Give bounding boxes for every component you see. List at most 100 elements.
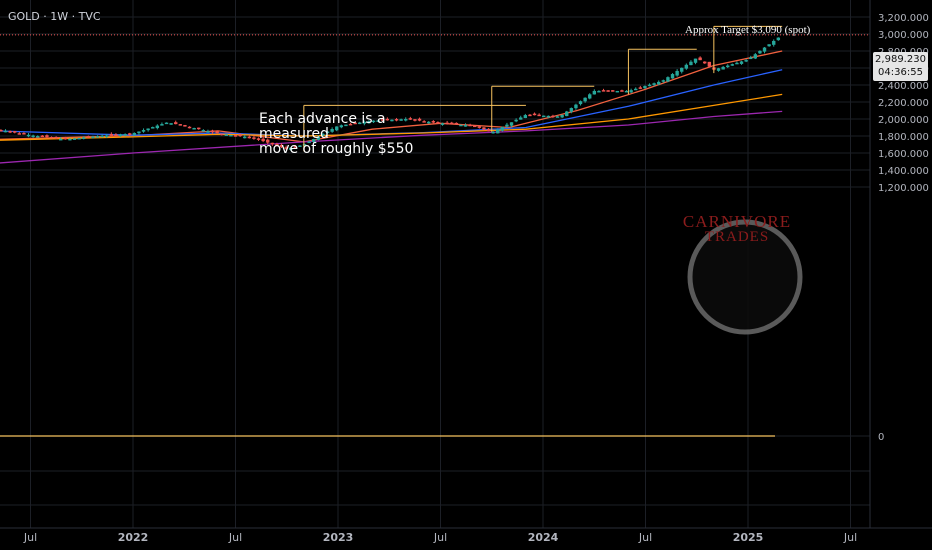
candle-body (634, 88, 638, 91)
candle-body (17, 133, 22, 135)
candle-body (86, 136, 91, 138)
candle-body (77, 137, 81, 140)
last-price: 2,989.230 (875, 54, 926, 65)
candle-body (776, 37, 781, 41)
candle-body (238, 134, 242, 137)
candle-body (54, 136, 58, 139)
candle-body (661, 80, 666, 82)
candle-body (151, 127, 155, 129)
candle-body (36, 136, 40, 138)
candle-body (684, 64, 689, 69)
candle-body (652, 83, 656, 85)
candle-body (542, 115, 546, 118)
candle-body (680, 67, 684, 72)
y-tick-label: 2,000.000 (878, 115, 929, 126)
candle-body (215, 131, 219, 134)
candle-body (744, 60, 748, 62)
candle-body (657, 81, 661, 85)
candle-body (132, 133, 137, 136)
y-tick-label: 1,800.000 (878, 132, 929, 143)
candle-body (491, 131, 495, 134)
candle-body (183, 125, 187, 127)
candle-body (528, 114, 532, 117)
candle-body (95, 136, 100, 138)
candle-body (555, 116, 560, 118)
candle-body (49, 137, 54, 139)
candle-body (45, 135, 49, 138)
candle-body (611, 90, 615, 92)
y-tick-label: 1,600.000 (878, 149, 929, 160)
candle-body (496, 129, 500, 134)
candle-body (707, 61, 712, 67)
x-tick-label: Jul (23, 531, 37, 544)
candle-body (13, 131, 17, 133)
candle-body (31, 135, 35, 137)
candle-body (164, 122, 169, 125)
candle-body (197, 127, 201, 130)
candle-body (601, 90, 606, 92)
candle-body (174, 122, 178, 125)
candle-body (243, 136, 247, 139)
y-tick-label: 0 (878, 432, 884, 443)
candle-body (137, 131, 141, 134)
candle-body (772, 40, 776, 45)
candle-body (468, 124, 472, 127)
candle-body (749, 57, 753, 60)
candle-body (532, 113, 537, 116)
candle-body (624, 90, 629, 93)
candle-body (505, 124, 509, 127)
y-tick-label: 2,400.000 (878, 81, 929, 92)
candle-body (206, 131, 210, 133)
x-tick-label: Jul (228, 531, 242, 544)
candle-body (606, 90, 610, 92)
target-label: Approx Target $3,090 (spot) (685, 24, 811, 36)
candle-body (726, 65, 730, 68)
x-tick-label: 2022 (118, 531, 149, 544)
candle-body (620, 90, 624, 92)
candle-body (675, 70, 679, 76)
candle-body (68, 138, 72, 141)
candle-body (169, 123, 173, 125)
candle-body (537, 114, 541, 117)
candle-body (82, 137, 86, 140)
candle-body (597, 90, 601, 93)
y-tick-label: 2,200.000 (878, 98, 929, 109)
candle-body (91, 136, 95, 139)
candle-body (233, 135, 238, 137)
candle-body (109, 134, 114, 136)
candle-body (703, 61, 707, 64)
candle-body (100, 135, 104, 138)
candle-body (473, 125, 477, 128)
candle-body (229, 135, 233, 137)
candle-body (63, 137, 68, 140)
candle-body (730, 64, 735, 66)
measured-move-line2: move of roughly $550 (259, 141, 414, 157)
x-tick-label: Jul (638, 531, 652, 544)
price-chart[interactable]: 3,200.0003,000.0002,800.0002,600.0002,40… (0, 0, 932, 550)
candle-body (40, 135, 45, 138)
candle-body (463, 125, 468, 127)
candle-body (500, 127, 505, 131)
candle-body (583, 97, 587, 102)
candle-body (615, 90, 620, 93)
candle-body (128, 133, 132, 135)
candle-body (698, 57, 702, 61)
watermark-circle (687, 219, 803, 335)
candle-body (762, 47, 767, 52)
y-tick-label: 3,000.000 (878, 30, 929, 41)
candle-body (192, 128, 196, 130)
candle-body (716, 68, 721, 71)
candle-body (224, 134, 229, 136)
candle-body (643, 86, 647, 89)
candle-body (574, 104, 578, 109)
y-tick-label: 1,400.000 (878, 166, 929, 177)
candle-body (0, 129, 3, 132)
candle-body (721, 66, 725, 70)
candle-body (210, 130, 215, 133)
x-tick-label: 2023 (323, 531, 354, 544)
candle-body (155, 125, 160, 129)
candle-body (114, 134, 118, 136)
candle-body (509, 122, 514, 126)
y-tick-label: 3,200.000 (878, 13, 929, 24)
candle-body (735, 62, 739, 65)
